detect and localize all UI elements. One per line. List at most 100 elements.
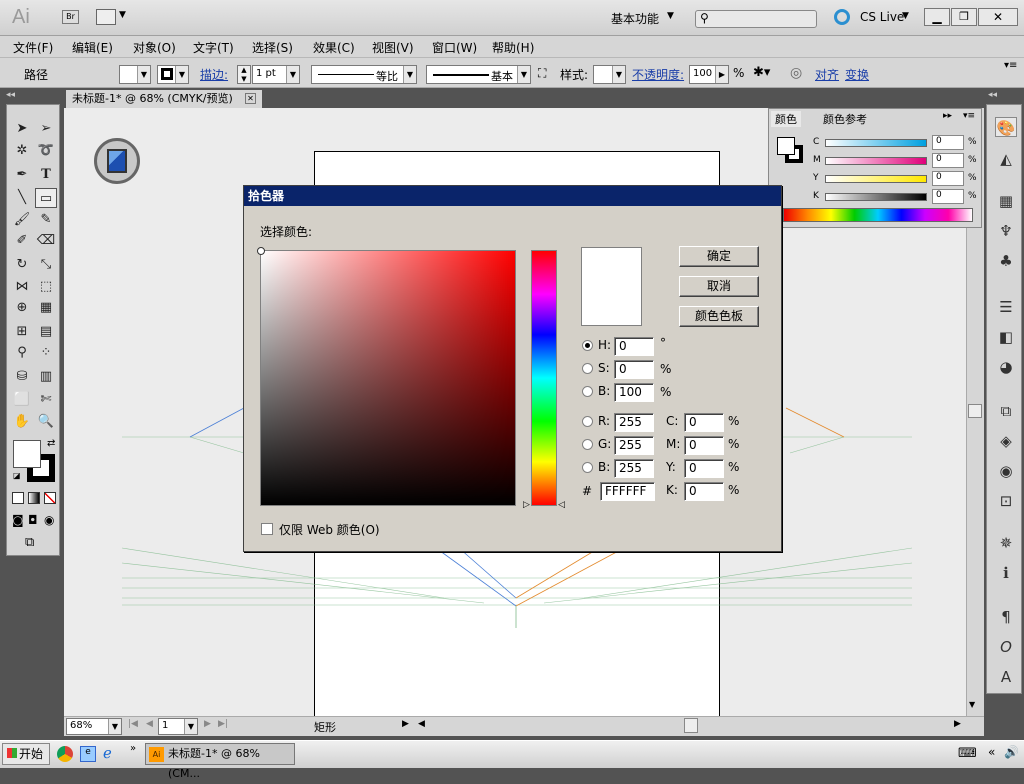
brightness-radio[interactable]	[582, 386, 593, 397]
draw-behind-icon[interactable]: ◘	[28, 513, 38, 527]
draw-normal-icon[interactable]: ◙	[12, 513, 24, 527]
magenta-field[interactable]: 0	[684, 436, 724, 455]
selection-tool-icon[interactable]: ➤	[11, 119, 33, 139]
channel-c-field[interactable]: 0	[932, 135, 964, 150]
rotate-tool-icon[interactable]: ↻	[11, 255, 33, 275]
symbol-sprayer-tool-icon[interactable]: ⛁	[11, 367, 33, 387]
character-icon[interactable]: A	[995, 667, 1017, 687]
web-colors-only-checkbox[interactable]	[261, 523, 273, 535]
yellow-slider[interactable]	[825, 175, 927, 183]
collapse-icon[interactable]: ◂◂	[6, 90, 15, 100]
stroke-icon[interactable]: ☰	[995, 297, 1017, 317]
mesh-tool-icon[interactable]: ⊞	[11, 322, 33, 342]
default-fill-stroke-icon[interactable]: ◪	[13, 471, 21, 480]
opacity-link[interactable]: 不透明度:	[632, 66, 684, 83]
dialog-title[interactable]: 拾色器	[244, 186, 781, 206]
swap-fill-stroke-icon[interactable]: ⇄	[47, 438, 55, 449]
menu-help[interactable]: 帮助(H)	[492, 39, 534, 56]
first-artboard-icon[interactable]: |◀	[128, 719, 138, 729]
blend-tool-icon[interactable]: ⁘	[35, 343, 57, 363]
scroll-thumb[interactable]	[968, 404, 982, 418]
chevron-down-icon[interactable]: ▼	[119, 10, 126, 20]
arrange-documents-button[interactable]	[96, 9, 116, 25]
scroll-down-icon[interactable]: ▼	[969, 700, 975, 709]
ok-button[interactable]: 确定	[679, 246, 759, 267]
stroke-color-dropdown[interactable]: ▼	[157, 65, 189, 84]
black-slider[interactable]	[825, 193, 927, 201]
quick-launch-icon[interactable]: e	[80, 746, 96, 762]
transparency-icon[interactable]: ◕	[995, 357, 1017, 377]
pencil-tool-icon[interactable]: ✎	[35, 210, 57, 230]
cs-live-icon[interactable]	[834, 9, 850, 25]
previous-artboard-icon[interactable]: ◀	[146, 719, 153, 729]
panel-menu-icon[interactable]: ▾≡	[963, 111, 975, 121]
keyboard-icon[interactable]: ⌨	[958, 746, 977, 761]
menu-object[interactable]: 对象(O)	[133, 39, 176, 56]
perspective-grid-tool-icon[interactable]: ▦	[35, 298, 57, 318]
color-picker-cursor[interactable]	[257, 247, 265, 255]
more-icon[interactable]: »	[130, 743, 136, 754]
recolor-artwork-icon[interactable]: ◎	[790, 65, 802, 81]
hex-field[interactable]: FFFFFF	[600, 482, 655, 501]
stroke-link[interactable]: 描边:	[200, 66, 228, 83]
saturation-field[interactable]: 0	[614, 360, 654, 379]
graphic-styles-icon[interactable]: ◉	[995, 461, 1017, 481]
internet-explorer-icon[interactable]: ℯ	[103, 744, 112, 762]
green-radio[interactable]	[582, 439, 593, 450]
align-link[interactable]: 对齐	[815, 66, 839, 83]
column-graph-tool-icon[interactable]: ▥	[35, 367, 57, 387]
appearance-icon[interactable]: ⧉	[995, 401, 1017, 421]
fill-swatch[interactable]	[13, 440, 41, 468]
lasso-tool-icon[interactable]: ➰	[35, 141, 57, 161]
eraser-tool-icon[interactable]: ⌫	[35, 231, 57, 251]
tab-color-guide[interactable]: 颜色参考	[823, 111, 867, 127]
tray-expand-icon[interactable]: «	[988, 745, 995, 759]
menu-file[interactable]: 文件(F)	[13, 39, 53, 56]
menu-edit[interactable]: 编辑(E)	[72, 39, 113, 56]
slice-tool-icon[interactable]: ✄	[35, 390, 57, 410]
document-tab[interactable]: 未标题-1* @ 68% (CMYK/预览) ✕	[66, 90, 262, 108]
transform-link[interactable]: 变换	[845, 66, 869, 83]
gradient-icon[interactable]: ◧	[995, 327, 1017, 347]
hue-radio[interactable]	[582, 340, 593, 351]
gradient-tool-icon[interactable]: ▤	[35, 322, 57, 342]
info-icon[interactable]: ℹ	[995, 563, 1017, 583]
start-button[interactable]: 开始	[2, 743, 50, 765]
chevron-down-icon[interactable]: ▼	[667, 11, 674, 21]
yellow-field[interactable]: 0	[684, 459, 724, 478]
symbols-icon[interactable]: ♣	[995, 251, 1017, 271]
pen-tool-icon[interactable]: ✒	[11, 165, 33, 185]
next-artboard-icon[interactable]: ▶	[204, 719, 211, 729]
graphic-style-dropdown[interactable]: ▼	[593, 65, 626, 84]
status-tool-label[interactable]: 矩形	[314, 719, 336, 735]
cs-live-menu[interactable]: CS Live	[860, 10, 904, 24]
hue-slider-left-handle[interactable]: ▷	[523, 500, 530, 510]
cancel-button[interactable]: 取消	[679, 276, 759, 297]
close-tab-icon[interactable]: ✕	[245, 93, 256, 104]
rectangle-tool-icon[interactable]: ▭	[35, 188, 57, 208]
stroke-stepper[interactable]: ▲ ▼	[237, 65, 251, 84]
fill-swatch[interactable]	[777, 137, 795, 155]
menu-type[interactable]: 文字(T)	[193, 39, 234, 56]
green-field[interactable]: 255	[614, 436, 654, 455]
workspace-switcher[interactable]: 基本功能	[611, 10, 659, 27]
blob-brush-tool-icon[interactable]: ✐	[11, 231, 33, 251]
menu-window[interactable]: 窗口(W)	[432, 39, 477, 56]
hand-tool-icon[interactable]: ✋	[11, 412, 33, 432]
channel-m-field[interactable]: 0	[932, 153, 964, 168]
brush-options-icon[interactable]: ⛶	[538, 66, 546, 81]
opentype-icon[interactable]: O	[995, 637, 1017, 657]
chrome-icon[interactable]	[57, 746, 73, 762]
navigator-icon[interactable]: ✵	[995, 533, 1017, 553]
brushes-icon[interactable]: ♆	[995, 221, 1017, 241]
panel-expand-icon[interactable]: ▸▸	[943, 111, 952, 121]
screen-mode-icon[interactable]: ⧉	[25, 535, 34, 550]
brightness-field[interactable]: 100	[614, 383, 654, 402]
hue-slider-right-handle[interactable]: ◁	[558, 500, 565, 510]
stroke-weight-field[interactable]: 1 pt ▼	[252, 65, 300, 84]
minimize-button[interactable]: ▁	[924, 8, 950, 26]
eyedropper-tool-icon[interactable]: ⚲	[11, 343, 33, 363]
color-panel-icon[interactable]: 🎨	[995, 117, 1017, 137]
line-tool-icon[interactable]: ╲	[11, 188, 33, 208]
shape-builder-tool-icon[interactable]: ⊕	[11, 298, 33, 318]
